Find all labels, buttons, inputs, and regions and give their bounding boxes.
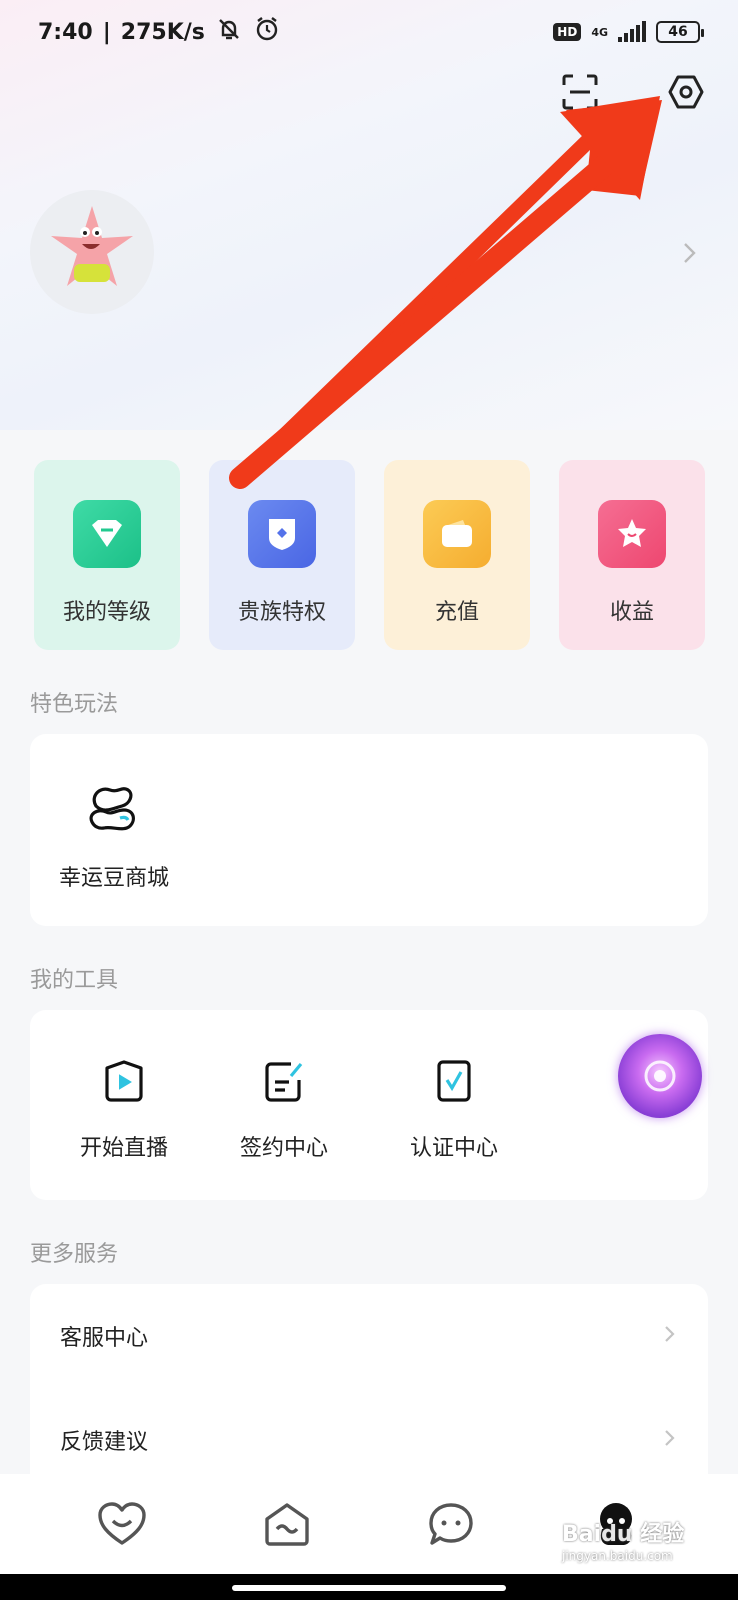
settings-icon[interactable] [666, 72, 706, 112]
card-label: 收益 [609, 600, 654, 625]
card-label: 充值 [434, 600, 479, 625]
floating-widget-button[interactable] [618, 1034, 702, 1118]
service-row-customer-service[interactable]: 客服中心 [30, 1284, 708, 1388]
status-time: 7:40 [38, 19, 93, 45]
alarm-icon [253, 15, 281, 49]
section-title-tools: 我的工具 [30, 968, 119, 993]
feature-label: 幸运豆商城 [58, 866, 169, 891]
quick-cards: 我的等级 贵族特权 充值 收益 [34, 460, 705, 650]
signal-icon [618, 21, 646, 42]
avatar[interactable] [30, 190, 154, 314]
tab-discover[interactable] [92, 1494, 152, 1554]
tool-start-live[interactable]: 开始直播 [64, 1058, 184, 1162]
tool-label: 开始直播 [79, 1136, 168, 1161]
home-indicator [0, 1574, 738, 1600]
feature-lucky-bean-mall[interactable]: 幸运豆商城 [54, 782, 174, 892]
features-panel: 幸运豆商城 [30, 734, 708, 926]
card-noble-privilege[interactable]: 贵族特权 [209, 460, 355, 650]
wallet-icon [423, 500, 491, 568]
tools-panel: 开始直播 签约中心 认证中心 [30, 1010, 708, 1200]
service-label: 反馈建议 [60, 1430, 149, 1455]
card-my-level[interactable]: 我的等级 [34, 460, 180, 650]
section-title-services: 更多服务 [30, 1242, 119, 1267]
watermark-url: jingyan.baidu.com [562, 1549, 673, 1563]
contract-icon [261, 1058, 307, 1108]
tool-contract-center[interactable]: 签约中心 [224, 1058, 344, 1162]
beans-icon [86, 782, 142, 838]
network-type: 4G [591, 25, 608, 39]
diamond-icon [73, 500, 141, 568]
status-net-speed: 275K/s [120, 19, 205, 45]
tab-messages[interactable] [421, 1494, 481, 1554]
card-earnings[interactable]: 收益 [559, 460, 705, 650]
card-label: 贵族特权 [237, 600, 326, 625]
star-badge-icon [598, 500, 666, 568]
chat-icon [429, 1503, 473, 1545]
starfish-avatar-icon [51, 206, 133, 286]
tool-label: 认证中心 [409, 1136, 498, 1161]
verify-icon [431, 1058, 477, 1108]
live-play-icon [101, 1058, 147, 1108]
mute-bell-icon [215, 15, 243, 49]
flower-icon [644, 1060, 676, 1092]
home-icon [265, 1503, 309, 1546]
home-indicator-bar[interactable] [232, 1585, 506, 1591]
scan-icon[interactable] [560, 72, 600, 112]
hd-badge: HD [553, 23, 582, 41]
heart-smile-icon [98, 1502, 146, 1545]
shield-icon [248, 500, 316, 568]
card-label: 我的等级 [62, 600, 151, 625]
tab-home[interactable] [257, 1494, 317, 1554]
watermark-brand: Baidu 经验 [562, 1522, 685, 1547]
profile-chevron-icon[interactable] [680, 238, 700, 268]
status-bar: 7:40 | 275K/s HD 4G 46 [0, 0, 738, 64]
status-separator: | [102, 19, 111, 45]
card-recharge[interactable]: 充值 [384, 460, 530, 650]
battery-icon: 46 [656, 21, 704, 43]
chevron-right-icon [662, 1426, 678, 1454]
chevron-right-icon [662, 1322, 678, 1350]
watermark: Baidu 经验 jingyan.baidu.com [562, 1522, 685, 1563]
tool-verify-center[interactable]: 认证中心 [394, 1058, 514, 1162]
tool-label: 签约中心 [239, 1136, 328, 1161]
section-title-features: 特色玩法 [30, 692, 119, 717]
service-label: 客服中心 [60, 1326, 149, 1351]
battery-level: 46 [668, 24, 688, 40]
